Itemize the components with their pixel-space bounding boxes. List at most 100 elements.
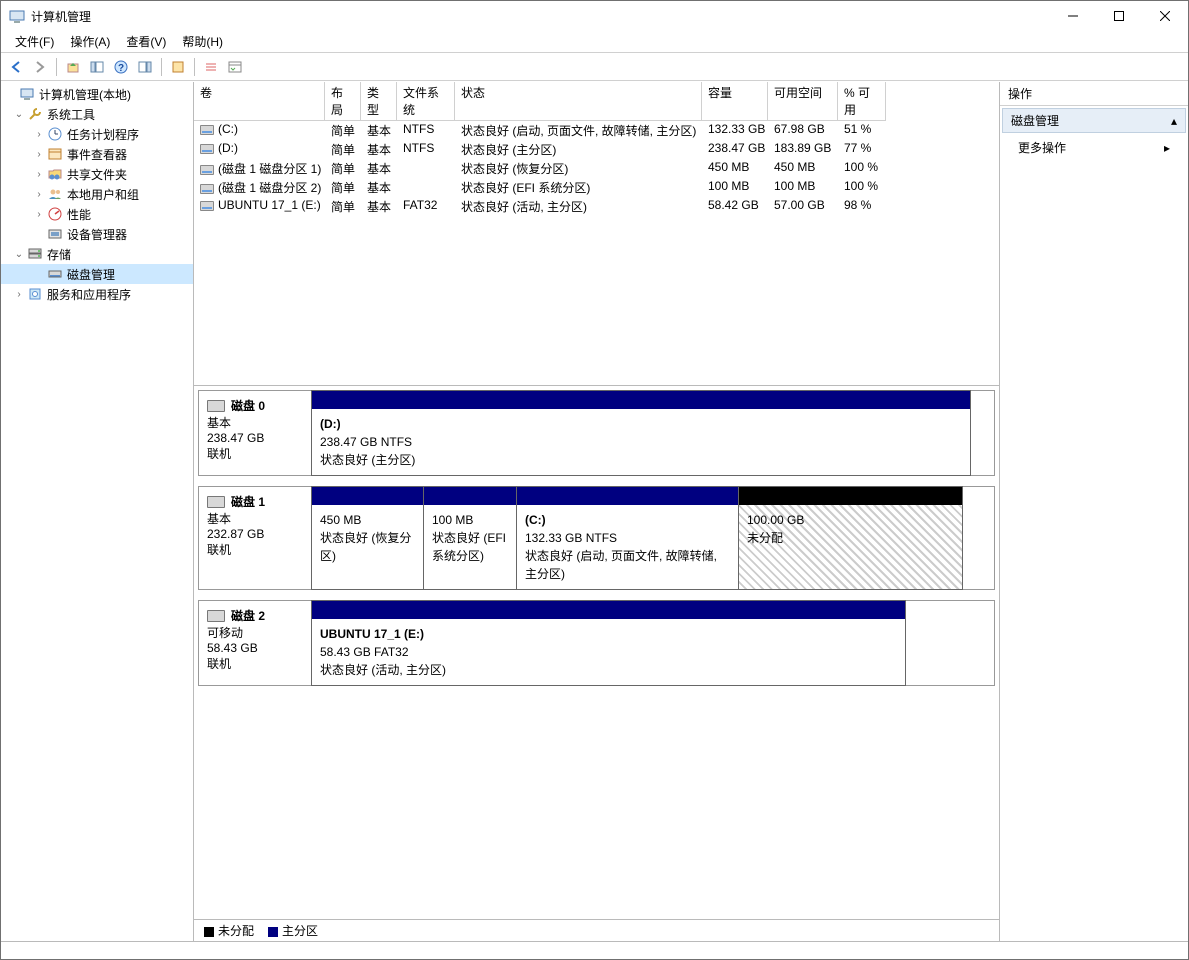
menu-help[interactable]: 帮助(H) xyxy=(174,31,231,52)
partition-body: (D:)238.47 GB NTFS状态良好 (主分区) xyxy=(312,409,970,475)
expander-icon[interactable]: › xyxy=(11,289,27,300)
col-pct[interactable]: % 可用 xyxy=(838,82,886,121)
list-view-button[interactable] xyxy=(200,56,222,78)
tree-root[interactable]: 计算机管理(本地) xyxy=(1,84,193,104)
table-row[interactable]: UBUNTU 17_1 (E:)简单基本FAT32状态良好 (活动, 主分区)5… xyxy=(194,197,999,216)
window-title: 计算机管理 xyxy=(31,8,1050,25)
partition[interactable]: 100 MB状态良好 (EFI 系统分区) xyxy=(423,486,517,590)
partition-body: 100.00 GB未分配 xyxy=(739,505,962,589)
partition-header xyxy=(312,487,423,505)
disk-label[interactable]: 磁盘 1基本232.87 GB联机 xyxy=(199,487,312,589)
tree-system-tools[interactable]: ⌄ 系统工具 xyxy=(1,104,193,124)
actions-pane-button[interactable] xyxy=(134,56,156,78)
actions-panel: 操作 磁盘管理 ▴ 更多操作 ▸ xyxy=(1000,82,1188,941)
actions-header: 操作 xyxy=(1000,82,1188,106)
menu-file[interactable]: 文件(F) xyxy=(7,31,62,52)
partition-header xyxy=(312,601,905,619)
menu-view[interactable]: 查看(V) xyxy=(118,31,174,52)
disk-label[interactable]: 磁盘 0基本238.47 GB联机 xyxy=(199,391,312,475)
disk-partitions: 450 MB状态良好 (恢复分区)100 MB状态良好 (EFI 系统分区)(C… xyxy=(312,487,994,589)
computer-management-window: 计算机管理 文件(F) 操作(A) 查看(V) 帮助(H) ? 计算 xyxy=(0,0,1189,960)
tree-local-users[interactable]: › 本地用户和组 xyxy=(1,184,193,204)
expander-icon[interactable]: › xyxy=(31,189,47,200)
tree-storage[interactable]: ⌄ 存储 xyxy=(1,244,193,264)
col-layout[interactable]: 布局 xyxy=(325,82,361,121)
tree-label: 磁盘管理 xyxy=(67,266,115,283)
tree-label: 系统工具 xyxy=(47,106,95,123)
disk-map-area[interactable]: 磁盘 0基本238.47 GB联机(D:)238.47 GB NTFS状态良好 … xyxy=(194,386,999,919)
partition[interactable]: 450 MB状态良好 (恢复分区) xyxy=(311,486,424,590)
performance-icon xyxy=(47,206,63,222)
tree-event-viewer[interactable]: › 事件查看器 xyxy=(1,144,193,164)
close-button[interactable] xyxy=(1142,1,1188,31)
disk-block[interactable]: 磁盘 1基本232.87 GB联机450 MB状态良好 (恢复分区)100 MB… xyxy=(198,486,995,590)
table-row[interactable]: (磁盘 1 磁盘分区 1)简单基本状态良好 (恢复分区)450 MB450 MB… xyxy=(194,159,999,178)
tree-label: 本地用户和组 xyxy=(67,186,139,203)
table-row[interactable]: (C:)简单基本NTFS状态良好 (启动, 页面文件, 故障转储, 主分区)13… xyxy=(194,121,999,140)
minimize-button[interactable] xyxy=(1050,1,1096,31)
table-header: 卷 布局 类型 文件系统 状态 容量 可用空间 % 可用 xyxy=(194,82,999,121)
disk-icon xyxy=(207,496,225,508)
partition-header xyxy=(739,487,962,505)
partition-body: 100 MB状态良好 (EFI 系统分区) xyxy=(424,505,516,589)
clock-icon xyxy=(47,126,63,142)
col-free[interactable]: 可用空间 xyxy=(768,82,838,121)
content-area: 计算机管理(本地) ⌄ 系统工具 › 任务计划程序 › 事件查看器 › 共享文件… xyxy=(1,81,1188,941)
expander-icon[interactable]: › xyxy=(31,169,47,180)
help-button[interactable]: ? xyxy=(110,56,132,78)
expander-icon[interactable]: › xyxy=(31,129,47,140)
toolbar-separator xyxy=(56,58,57,76)
storage-icon xyxy=(27,246,43,262)
volume-table[interactable]: 卷 布局 类型 文件系统 状态 容量 可用空间 % 可用 (C:)简单基本NTF… xyxy=(194,82,999,386)
col-capacity[interactable]: 容量 xyxy=(702,82,768,121)
partition[interactable]: (C:)132.33 GB NTFS状态良好 (启动, 页面文件, 故障转储, … xyxy=(516,486,739,590)
statusbar xyxy=(1,941,1188,959)
back-button[interactable] xyxy=(5,56,27,78)
expander-icon[interactable]: › xyxy=(31,209,47,220)
up-button[interactable] xyxy=(62,56,84,78)
legend-primary: 主分区 xyxy=(268,922,318,939)
detail-view-button[interactable] xyxy=(224,56,246,78)
maximize-button[interactable] xyxy=(1096,1,1142,31)
partition[interactable]: 100.00 GB未分配 xyxy=(738,486,963,590)
table-row[interactable]: (D:)简单基本NTFS状态良好 (主分区)238.47 GB183.89 GB… xyxy=(194,140,999,159)
disk-block[interactable]: 磁盘 2可移动58.43 GB联机UBUNTU 17_1 (E:)58.43 G… xyxy=(198,600,995,686)
action-more[interactable]: 更多操作 ▸ xyxy=(1000,135,1188,160)
partition-header xyxy=(424,487,516,505)
app-icon xyxy=(9,8,25,24)
partition[interactable]: (D:)238.47 GB NTFS状态良好 (主分区) xyxy=(311,390,971,476)
expander-icon[interactable]: › xyxy=(31,149,47,160)
tree-shared-folders[interactable]: › 共享文件夹 xyxy=(1,164,193,184)
col-volume[interactable]: 卷 xyxy=(194,82,325,121)
disk-icon xyxy=(207,400,225,412)
tree-label: 服务和应用程序 xyxy=(47,286,131,303)
tree-panel[interactable]: 计算机管理(本地) ⌄ 系统工具 › 任务计划程序 › 事件查看器 › 共享文件… xyxy=(1,82,194,941)
event-icon xyxy=(47,146,63,162)
window-controls xyxy=(1050,1,1188,31)
expander-icon[interactable]: ⌄ xyxy=(11,249,27,260)
tree-label: 存储 xyxy=(47,246,71,263)
tree-performance[interactable]: › 性能 xyxy=(1,204,193,224)
table-row[interactable]: (磁盘 1 磁盘分区 2)简单基本状态良好 (EFI 系统分区)100 MB10… xyxy=(194,178,999,197)
tree-task-scheduler[interactable]: › 任务计划程序 xyxy=(1,124,193,144)
tree-device-manager[interactable]: 设备管理器 xyxy=(1,224,193,244)
disk-label[interactable]: 磁盘 2可移动58.43 GB联机 xyxy=(199,601,312,685)
menu-action[interactable]: 操作(A) xyxy=(62,31,118,52)
tree-disk-management[interactable]: 磁盘管理 xyxy=(1,264,193,284)
tree-services-apps[interactable]: › 服务和应用程序 xyxy=(1,284,193,304)
refresh-button[interactable] xyxy=(167,56,189,78)
svg-text:?: ? xyxy=(118,63,124,74)
col-status[interactable]: 状态 xyxy=(455,82,702,121)
show-hide-tree-button[interactable] xyxy=(86,56,108,78)
disk-block[interactable]: 磁盘 0基本238.47 GB联机(D:)238.47 GB NTFS状态良好 … xyxy=(198,390,995,476)
expander-icon[interactable]: ⌄ xyxy=(11,109,27,120)
partition[interactable]: UBUNTU 17_1 (E:)58.43 GB FAT32状态良好 (活动, … xyxy=(311,600,906,686)
col-fs[interactable]: 文件系统 xyxy=(397,82,455,121)
actions-section-disk-mgmt[interactable]: 磁盘管理 ▴ xyxy=(1002,108,1186,133)
tree-label: 任务计划程序 xyxy=(67,126,139,143)
col-type[interactable]: 类型 xyxy=(361,82,397,121)
tools-icon xyxy=(27,106,43,122)
forward-button[interactable] xyxy=(29,56,51,78)
partition-body: 450 MB状态良好 (恢复分区) xyxy=(312,505,423,589)
partition-header xyxy=(312,391,970,409)
